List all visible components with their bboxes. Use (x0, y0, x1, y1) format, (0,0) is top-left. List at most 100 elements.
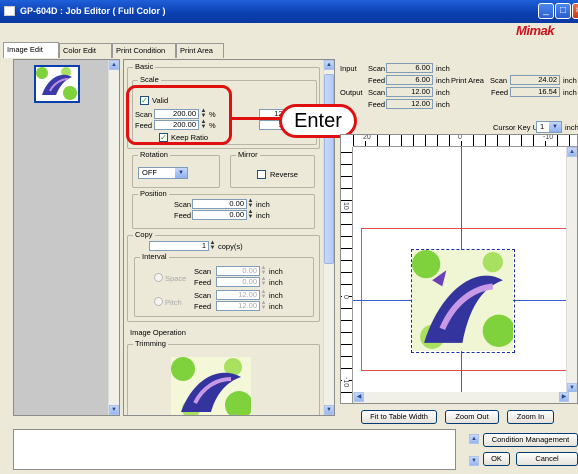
thumbnail-item[interactable] (34, 65, 80, 103)
tab-image-edit[interactable]: Image Edit (3, 42, 59, 58)
output-scan-label: Scan (368, 88, 386, 97)
chevron-down-icon: ▼ (549, 122, 561, 132)
space-feed-unit: inch (269, 278, 283, 287)
message-area (13, 429, 456, 470)
zoom-out-button[interactable]: Zoom Out (445, 410, 499, 424)
tab-bar: Image Edit Color Edit Print Condition Pr… (0, 42, 340, 58)
scroll-right-icon[interactable]: ▶ (559, 392, 569, 402)
reverse-label: Reverse (270, 170, 298, 179)
print-area-scan-value: 24.02 (510, 75, 560, 85)
pitch-scan-unit: inch (269, 291, 283, 300)
tab-print-condition[interactable]: Print Condition (112, 43, 176, 58)
pitch-feed-label: Feed (194, 302, 212, 311)
tab-print-area[interactable]: Print Area (176, 43, 224, 58)
pitch-scan-spinner-icon[interactable]: ▲ ▼ (260, 289, 267, 300)
fit-to-table-width-button[interactable]: Fit to Table Width (361, 410, 437, 424)
input-feed-unit: inch (436, 76, 450, 85)
pitch-radio[interactable] (154, 297, 163, 306)
position-feed-input[interactable]: 0.00 (192, 210, 247, 220)
scroll-down-icon[interactable]: ▼ (109, 405, 119, 415)
copy-spinner-icon[interactable]: ▲ ▼ (209, 240, 216, 251)
maximize-button[interactable]: □ (555, 3, 571, 19)
scroll-down-icon[interactable]: ▼ (324, 405, 334, 415)
tab-color-edit[interactable]: Color Edit (59, 43, 112, 58)
print-area-scan-label: Scan (490, 76, 508, 85)
title-bar: GP-604D : Job Editor ( Full Color ) (0, 0, 578, 23)
cursor-key-unit-select[interactable]: 1 ▼ (536, 121, 562, 133)
thumbnail-scrollbar[interactable]: ▲ ▼ (108, 60, 119, 415)
condition-management-button[interactable]: Condition Management (483, 433, 578, 447)
position-scan-spinner-icon[interactable]: ▲ ▼ (247, 198, 254, 209)
position-scan-label: Scan (174, 200, 192, 209)
position-scan-input[interactable]: 0.00 (192, 199, 247, 209)
input-scan-label: Scan (368, 64, 386, 73)
output-label: Output (340, 88, 363, 97)
scroll-down-icon[interactable]: ▼ (469, 456, 479, 466)
window-title: GP-604D : Job Editor ( Full Color ) (20, 6, 166, 16)
space-radio[interactable] (154, 273, 163, 282)
app-icon (4, 6, 15, 16)
callout-line (232, 117, 282, 120)
dolphin-image (412, 250, 516, 351)
input-feed-value: 6.00 (386, 75, 433, 85)
output-feed-value: 12.00 (386, 99, 433, 109)
rotation-select[interactable]: OFF ▼ (138, 167, 188, 179)
pitch-feed-input[interactable]: 12.00 (216, 301, 260, 311)
canvas-hscroll[interactable]: ◀ ▶ (353, 392, 577, 403)
pitch-scan-input[interactable]: 12.00 (216, 290, 260, 300)
copy-count-input[interactable]: 1 (149, 241, 209, 251)
minimize-button[interactable]: _ (538, 3, 554, 19)
ok-button[interactable]: OK (483, 452, 510, 466)
image-operation-label: Image Operation (130, 328, 186, 337)
chevron-down-icon: ▼ (175, 168, 187, 178)
input-scan-value: 6.00 (386, 63, 433, 73)
print-area-feed-label: Feed (491, 88, 509, 97)
space-scan-label: Scan (194, 267, 212, 276)
zoom-in-button[interactable]: Zoom In (507, 410, 554, 424)
canvas-vscroll[interactable]: ▲ ▼ (566, 147, 577, 393)
info-panel: Input Scan 6.00 inch Feed 6.00 inch Prin… (338, 59, 578, 132)
pitch-feed-spinner-icon[interactable]: ▲ ▼ (260, 300, 267, 311)
close-button[interactable]: × (572, 3, 578, 19)
horizontal-ruler: 20 0 -10 (353, 135, 577, 147)
input-label: Input (340, 64, 357, 73)
space-feed-input[interactable]: 0.00 (216, 277, 260, 287)
pitch-label: Pitch (165, 298, 182, 307)
dolphin-thumbnail-image (36, 67, 77, 100)
input-feed-label: Feed (368, 76, 386, 85)
space-scan-input[interactable]: 0.00 (216, 266, 260, 276)
cancel-button[interactable]: Cancel (516, 452, 578, 466)
scroll-up-icon[interactable]: ▲ (109, 60, 119, 70)
print-area-scan-unit: inch (563, 76, 577, 85)
print-area-feed-value: 16.54 (510, 87, 560, 97)
reverse-checkbox[interactable] (257, 170, 266, 179)
output-scan-value: 12.00 (386, 87, 433, 97)
output-feed-label: Feed (368, 100, 386, 109)
trimming-preview-image (171, 357, 251, 415)
print-canvas[interactable]: 20 0 -10 10 0 -10 ▲ ▼ ◀ ▶ (340, 134, 578, 404)
position-feed-spinner-icon[interactable]: ▲ ▼ (247, 209, 254, 220)
copy-unit: copy(s) (218, 242, 243, 251)
print-area-feed-unit: inch (563, 88, 577, 97)
vertical-ruler: 10 0 -10 (341, 147, 353, 403)
output-scan-unit: inch (436, 88, 450, 97)
cursor-key-unit-unit: inch (565, 123, 578, 132)
space-scan-unit: inch (269, 267, 283, 276)
scroll-up-icon[interactable]: ▲ (469, 434, 479, 444)
pitch-scan-label: Scan (194, 291, 212, 300)
mimaki-logo: Mimak (516, 23, 554, 38)
space-feed-spinner-icon[interactable]: ▲ ▼ (260, 276, 267, 287)
thumbnail-list[interactable]: ▲ ▼ (13, 59, 120, 416)
scroll-thumb[interactable] (324, 74, 334, 264)
scroll-up-icon[interactable]: ▲ (324, 60, 334, 70)
position-feed-unit: inch (256, 211, 270, 220)
position-scan-unit: inch (256, 200, 270, 209)
scroll-left-icon[interactable]: ◀ (354, 392, 364, 402)
space-label: Space (165, 274, 187, 283)
scroll-up-icon[interactable]: ▲ (567, 147, 577, 157)
output-feed-unit: inch (436, 100, 450, 109)
image-object[interactable] (411, 249, 516, 353)
space-feed-label: Feed (194, 278, 212, 287)
space-scan-spinner-icon[interactable]: ▲ ▼ (260, 265, 267, 276)
input-scan-unit: inch (436, 64, 450, 73)
